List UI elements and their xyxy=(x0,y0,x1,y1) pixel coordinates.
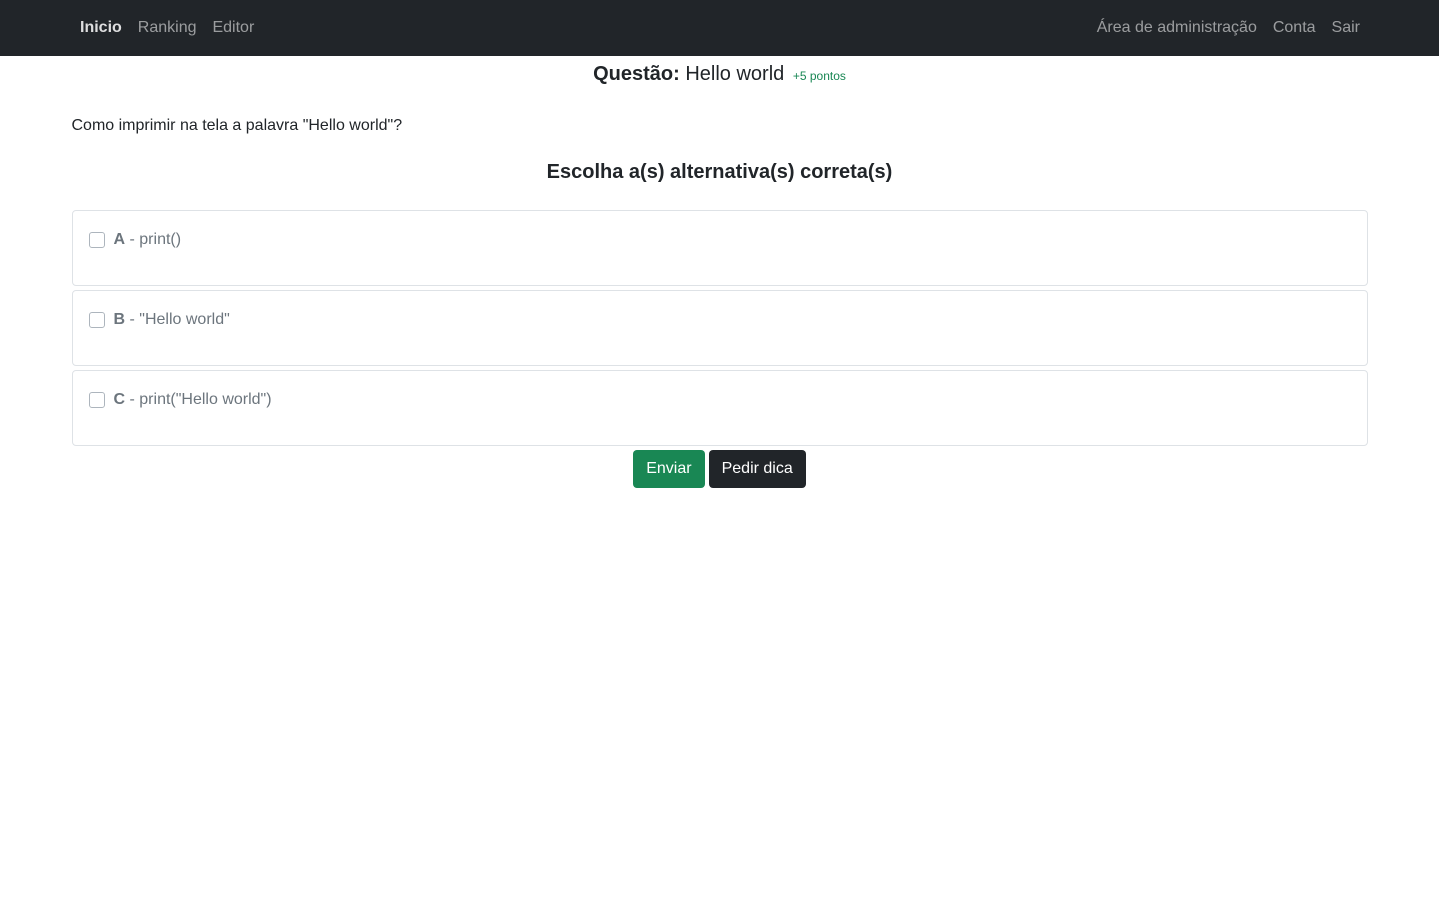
option-card-b[interactable]: B - "Hello world" xyxy=(71,290,1368,366)
options-list: A - print() B - "Hello world" C - print(… xyxy=(71,210,1368,446)
top-navbar: Inicio Ranking Editor Área de administra… xyxy=(0,0,1439,56)
question-label: Questão: xyxy=(593,63,680,85)
nav-link-editor[interactable]: Editor xyxy=(204,11,262,45)
hint-button[interactable]: Pedir dica xyxy=(708,450,806,488)
option-letter-b: B xyxy=(113,311,126,328)
nav-link-ranking[interactable]: Ranking xyxy=(130,11,205,45)
option-card-a[interactable]: A - print() xyxy=(71,210,1368,286)
option-text-b: - "Hello world" xyxy=(125,311,230,328)
option-letter-a: A xyxy=(113,231,126,248)
option-text-a: - print() xyxy=(125,231,182,248)
option-checkbox-a[interactable] xyxy=(88,232,105,248)
question-points: +5 pontos xyxy=(792,69,846,83)
option-label-a: A - print() xyxy=(114,229,182,251)
option-label-b: B - "Hello world" xyxy=(114,309,230,331)
action-buttons: Enviar Pedir dica xyxy=(72,450,1368,488)
navbar-right: Área de administração Conta Sair xyxy=(1089,11,1367,45)
option-checkbox-c[interactable] xyxy=(88,392,105,408)
question-text: Como imprimir na tela a palavra "Hello w… xyxy=(71,117,403,134)
navbar-left: Inicio Ranking Editor xyxy=(72,11,262,45)
option-checkbox-b[interactable] xyxy=(88,312,105,328)
submit-button[interactable]: Enviar xyxy=(633,450,705,488)
main-content: Questão: Hello world +5 pontos Como impr… xyxy=(71,60,1368,488)
option-text-c: - print("Hello world") xyxy=(125,391,272,408)
nav-link-admin[interactable]: Área de administração xyxy=(1089,11,1265,45)
option-label-c: C - print("Hello world") xyxy=(114,389,272,411)
question-title: Questão: Hello world +5 pontos xyxy=(72,60,1368,88)
nav-link-logout[interactable]: Sair xyxy=(1324,11,1367,45)
option-card-c[interactable]: C - print("Hello world") xyxy=(71,370,1368,446)
question-name: Hello world xyxy=(685,63,785,85)
nav-link-account[interactable]: Conta xyxy=(1265,11,1324,45)
nav-link-inicio[interactable]: Inicio xyxy=(72,11,130,45)
choose-heading: Escolha a(s) alternativa(s) correta(s) xyxy=(546,161,893,183)
option-letter-c: C xyxy=(113,391,126,408)
